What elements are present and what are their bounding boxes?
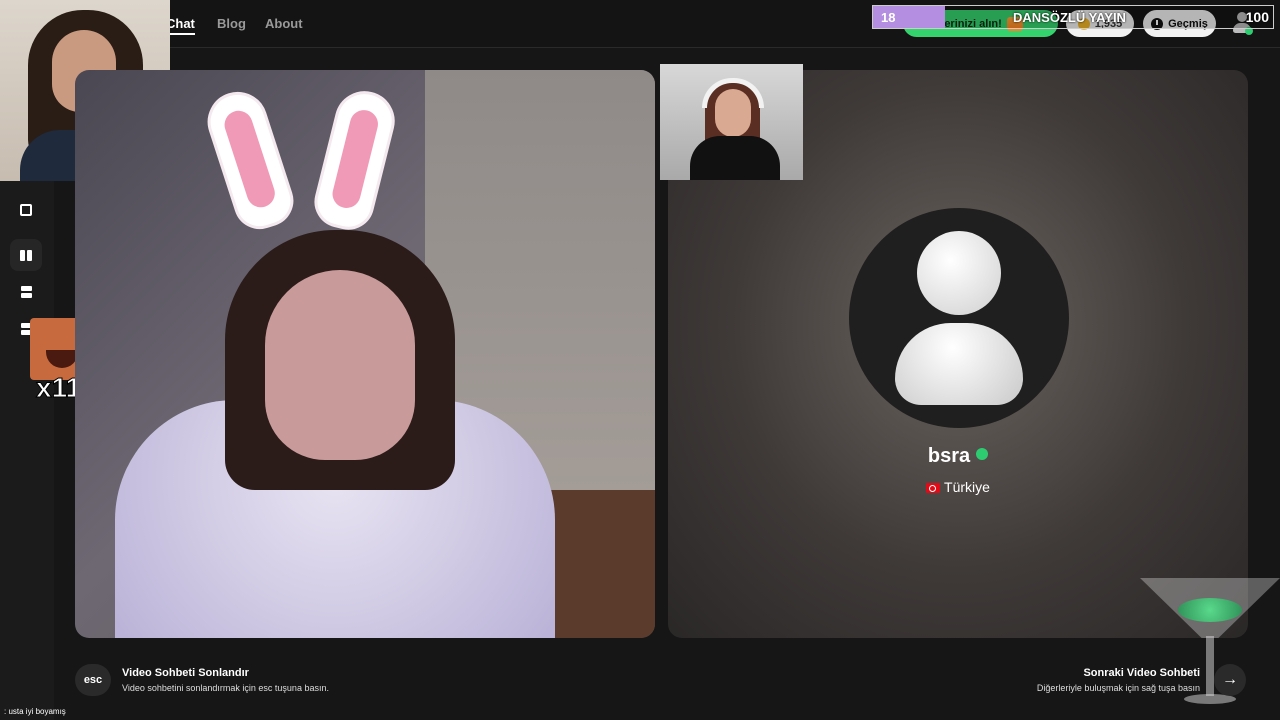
chat-text: : usta iyi boyamış [4, 707, 66, 716]
nav-link-blog[interactable]: Blog [217, 16, 246, 31]
local-video [75, 70, 655, 638]
tip-glass-overlay [1140, 578, 1280, 720]
goal-target: 100 [1245, 9, 1269, 25]
shuffle-icon [20, 204, 32, 216]
goal-current: 18 [881, 10, 896, 25]
verified-icon [976, 448, 989, 460]
stream-goal-bar: 18 DANSÖZLÜ YAYIN 100 [872, 5, 1274, 29]
end-chat-subtitle: Video sohbetini sonlandırmak için esc tu… [122, 683, 329, 693]
rows-icon [20, 286, 32, 298]
peer-country-row: Türkiye [668, 479, 1248, 495]
app-root: Chat Blog About llerinizi alın! 1,935 Ge… [0, 0, 1280, 720]
peer-country: Türkiye [944, 479, 990, 495]
nav-link-about[interactable]: About [265, 16, 303, 31]
bunny-ear-filter [199, 84, 301, 236]
arrow-right-icon: → [1222, 671, 1238, 688]
peer-avatar [849, 208, 1069, 428]
next-chat-button[interactable]: → [1214, 664, 1246, 696]
layout-columns-button[interactable] [10, 239, 42, 271]
picture-in-picture-camera [660, 64, 803, 180]
stream-chat-message: : usta iyi boyamış [4, 707, 66, 716]
layout-rows-button[interactable] [10, 276, 42, 308]
layout-sidebar [0, 181, 54, 720]
peer-name: bsra [927, 445, 971, 467]
nav-link-chat[interactable]: Chat [166, 16, 195, 35]
end-chat-title: Video Sohbeti Sonlandır [122, 667, 249, 679]
end-chat-button[interactable]: esc [75, 664, 111, 696]
turkey-flag-icon [926, 483, 941, 493]
bunny-ear-filter [308, 84, 402, 236]
goal-title: DANSÖZLÜ YAYIN [1013, 10, 1126, 25]
peer-name-row: bsra [668, 445, 1248, 468]
shuffle-button[interactable] [10, 194, 42, 226]
columns-icon [20, 249, 32, 261]
